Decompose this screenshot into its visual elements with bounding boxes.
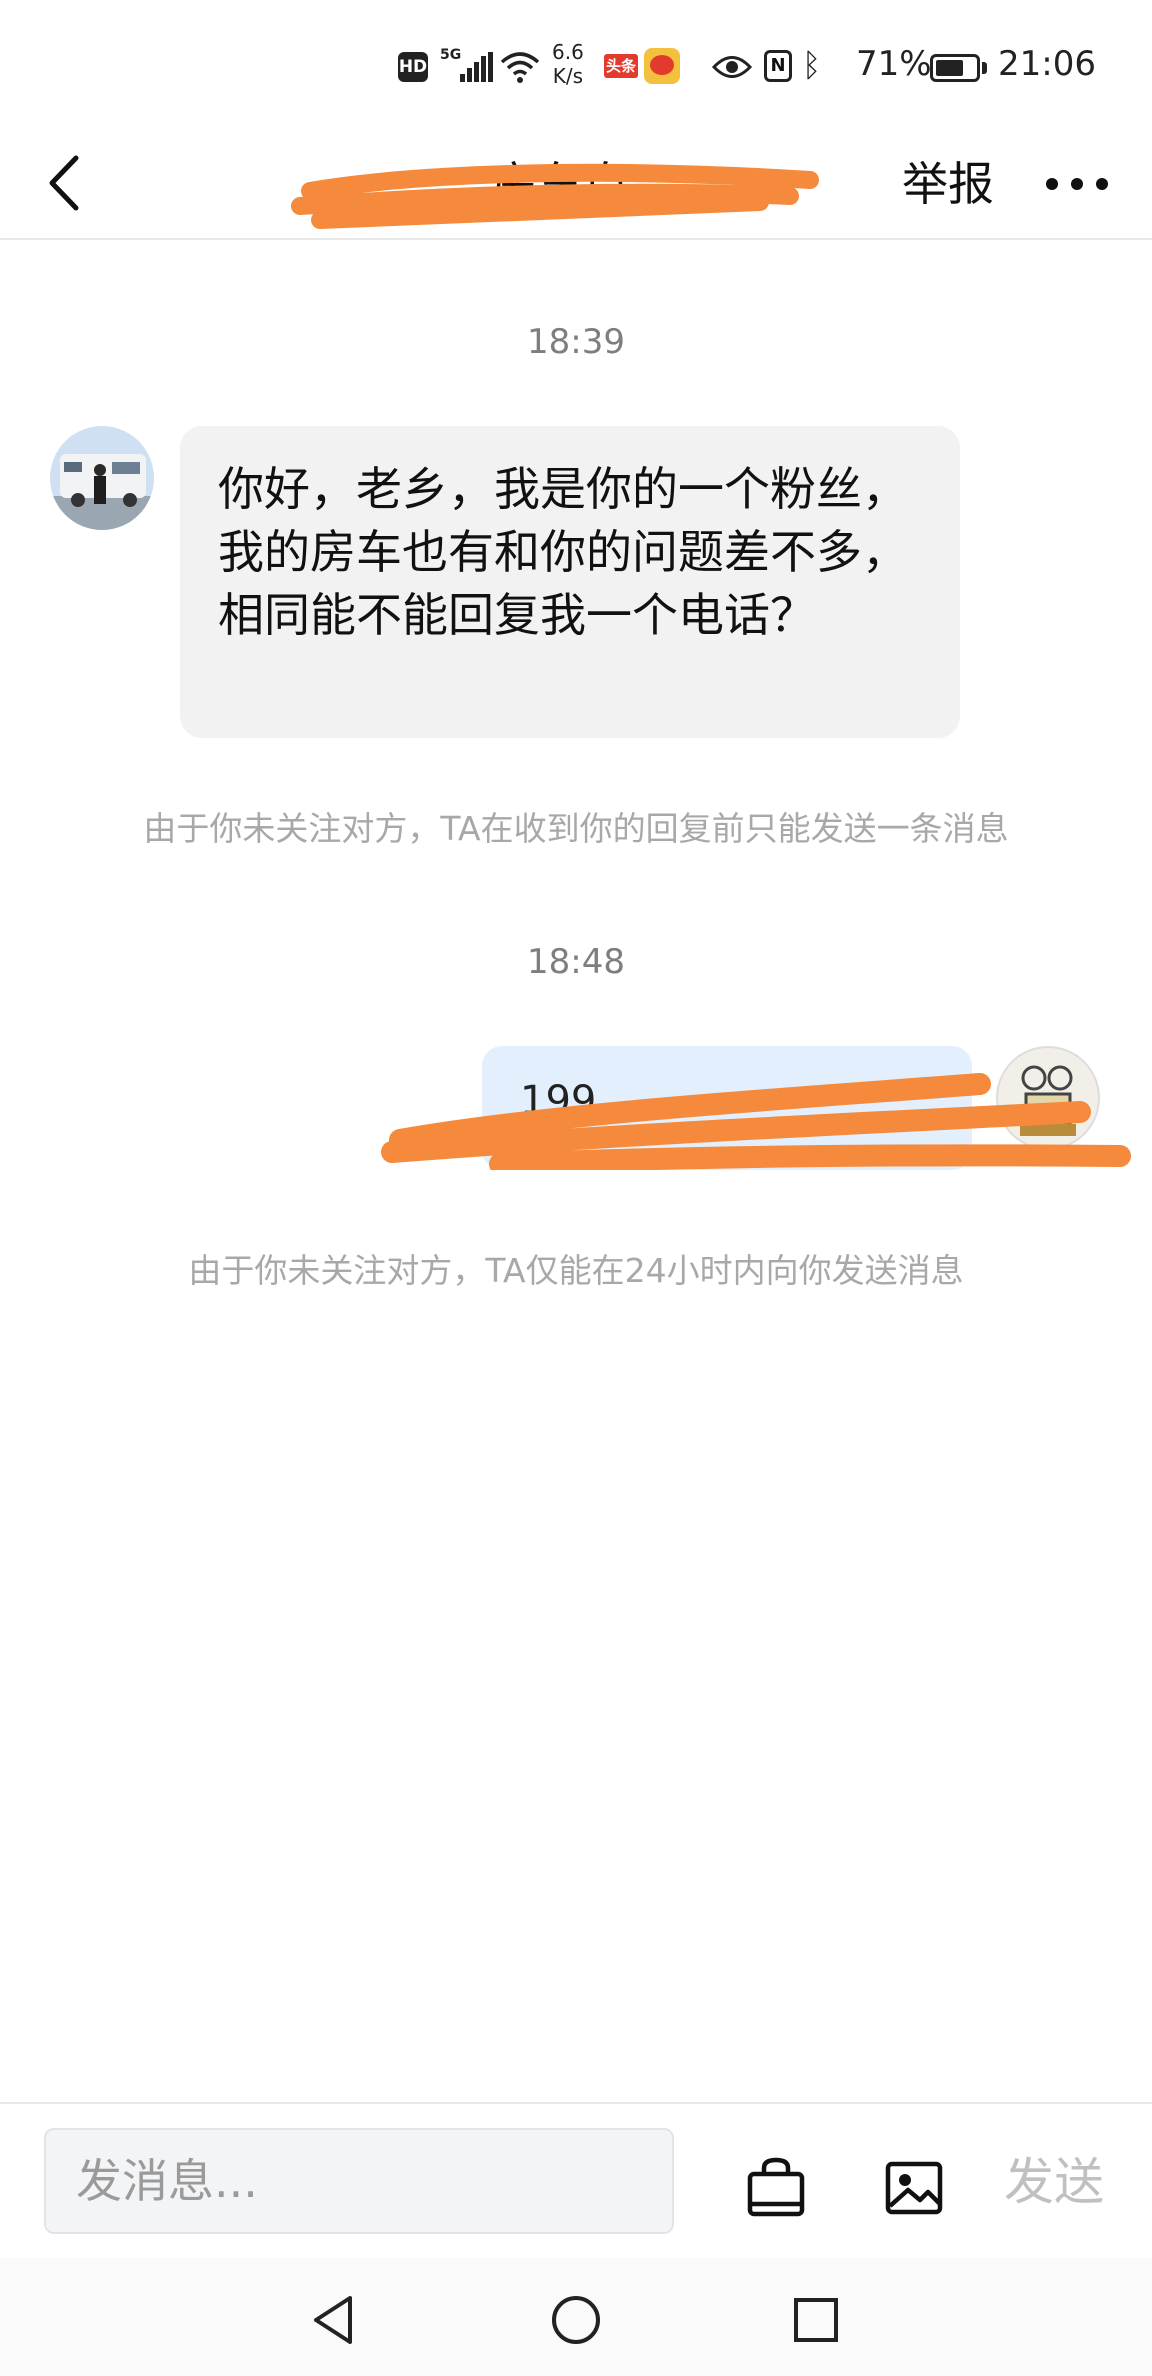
title-redaction-scribble [291, 163, 819, 229]
message-composer: 发送 [0, 2102, 1152, 2260]
weibo-app-icon [644, 48, 680, 84]
network-speed-unit: K/s [552, 64, 584, 88]
message-timestamp: 18:39 [527, 322, 625, 362]
network-speed-value: 6.6 [552, 40, 584, 64]
eye-comfort-icon [712, 56, 752, 78]
report-button[interactable]: 举报 [902, 154, 994, 214]
network-type-label: 5G [440, 47, 462, 63]
message-timestamp: 18:48 [527, 942, 625, 982]
battery-icon [930, 54, 980, 82]
system-navigation-bar [0, 2258, 1152, 2376]
hd-icon: HD [398, 52, 428, 82]
back-icon[interactable] [40, 148, 100, 218]
shopping-bag-icon[interactable] [744, 2156, 808, 2220]
follow-restriction-notice: 由于你未关注对方，TA在收到你的回复前只能发送一条消息 [143, 809, 1009, 848]
send-button[interactable]: 发送 [1004, 2150, 1104, 2214]
nav-recents-icon[interactable] [788, 2292, 844, 2348]
rv-photo [50, 426, 154, 530]
network-speed: 6.6 K/s [552, 40, 584, 88]
clock: 21:06 [998, 44, 1096, 84]
chat-header: …房车自… 举报 [0, 130, 1152, 240]
battery-percent: 71% [856, 44, 932, 84]
image-icon[interactable] [882, 2156, 946, 2220]
wifi-icon [500, 52, 540, 83]
messaging-limit-notice: 由于你未关注对方，TA仅能在24小时内向你发送消息 [188, 1251, 964, 1290]
contact-avatar[interactable] [50, 426, 154, 530]
message-input[interactable] [44, 2128, 674, 2234]
more-icon[interactable] [1042, 168, 1112, 198]
bluetooth-icon: ᛒ [802, 46, 822, 84]
status-bar: HD 5G 6.6 K/s 头条 N ᛒ 71% 21:06 [0, 0, 1152, 130]
phone-number-redaction-scribble [381, 1073, 1131, 1170]
nfc-icon: N [764, 50, 792, 82]
incoming-message-text: 你好，老乡，我是你的一个粉丝，我的房车也有和你的问题差不多，相同能不能回复我一个… [218, 462, 908, 642]
toutiao-app-icon: 头条 [604, 54, 638, 78]
nav-back-icon[interactable] [306, 2292, 362, 2348]
nav-home-icon[interactable] [548, 2292, 604, 2348]
battery-tip [982, 62, 987, 74]
signal-icon [460, 52, 493, 82]
incoming-message-bubble: 你好，老乡，我是你的一个粉丝，我的房车也有和你的问题差不多，相同能不能回复我一个… [180, 426, 960, 738]
